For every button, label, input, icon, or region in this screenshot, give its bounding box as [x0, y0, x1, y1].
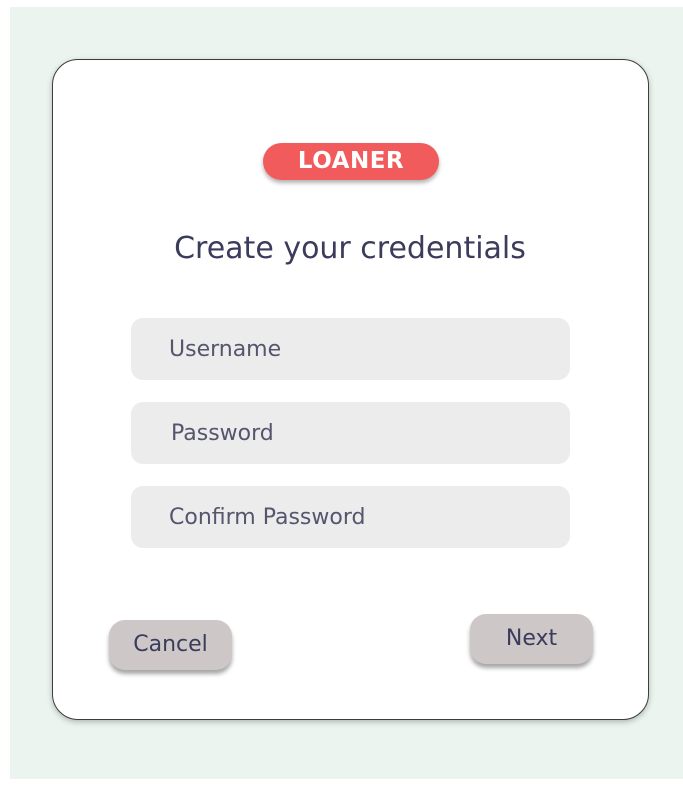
username-input[interactable] — [131, 318, 570, 380]
loaner-logo: LOANER — [263, 143, 439, 180]
confirm-password-input[interactable] — [131, 486, 570, 548]
cancel-button[interactable]: Cancel — [109, 620, 232, 670]
next-button[interactable]: Next — [470, 614, 593, 664]
password-input[interactable] — [131, 402, 570, 464]
page-title: Create your credentials — [174, 231, 526, 266]
